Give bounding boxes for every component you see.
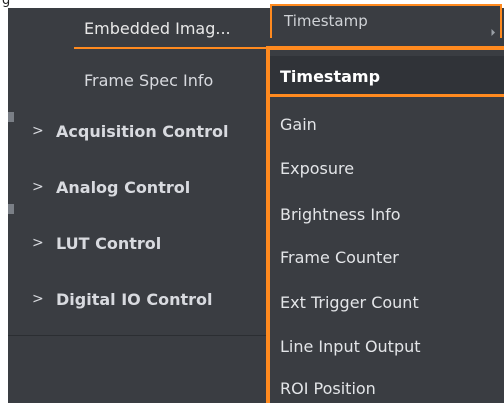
clipped-heading-fragment: g (2, 0, 11, 8)
dropdown-list: Timestamp Gain Exposure Brightness Info … (266, 46, 504, 403)
dropdown-option-frame-counter[interactable]: Frame Counter (270, 237, 504, 277)
dropdown-option-ext-trigger-count[interactable]: Ext Trigger Count (270, 282, 504, 322)
tree-row-label: Frame Spec Info (84, 70, 214, 90)
dropdown-option-timestamp[interactable]: Timestamp (270, 56, 504, 96)
splitter-handle[interactable] (8, 112, 14, 122)
option-label: Exposure (280, 158, 355, 178)
tree-group-acquisition-control[interactable]: > Acquisition Control (8, 111, 270, 151)
feature-tree: Embedded Imag... Frame Spec Info > Acqui… (8, 8, 270, 403)
tree-group-label: Acquisition Control (56, 121, 229, 141)
tree-row-embedded-image[interactable]: Embedded Imag... (8, 8, 270, 49)
combo-value: Timestamp (284, 12, 368, 30)
dropdown-option-brightness-info[interactable]: Brightness Info (270, 194, 504, 234)
chevron-right-icon[interactable]: > (32, 291, 44, 307)
tree-group-lut-control[interactable]: > LUT Control (8, 223, 270, 263)
tree-group-label: Digital IO Control (56, 289, 213, 309)
tree-group-label: LUT Control (56, 233, 162, 253)
chevron-right-icon[interactable]: > (32, 235, 44, 251)
option-label: Timestamp (280, 66, 381, 86)
embedded-image-combo-box[interactable]: Timestamp (270, 4, 502, 38)
dropdown-option-exposure[interactable]: Exposure (270, 148, 504, 188)
dropdown-option-roi-position[interactable]: ROI Position (270, 368, 504, 408)
tree-row-frame-spec-info[interactable]: Frame Spec Info (8, 60, 270, 100)
divider (8, 335, 270, 336)
option-label: Ext Trigger Count (280, 292, 419, 312)
chevron-right-icon[interactable]: > (32, 179, 44, 195)
selection-underline (74, 47, 270, 49)
tree-group-digital-io-control[interactable]: > Digital IO Control (8, 279, 270, 319)
option-label: Frame Counter (280, 247, 399, 267)
splitter-handle[interactable] (8, 204, 14, 214)
option-label: Line Input Output (280, 336, 421, 356)
option-label: Gain (280, 114, 317, 134)
tree-group-label: Analog Control (56, 177, 191, 197)
dropdown-corner-icon (487, 28, 496, 37)
option-label: ROI Position (280, 378, 376, 398)
dropdown-option-line-input-output[interactable]: Line Input Output (270, 326, 504, 366)
tree-group-analog-control[interactable]: > Analog Control (8, 167, 270, 207)
option-label: Brightness Info (280, 204, 401, 224)
tree-row-label: Embedded Imag... (84, 18, 231, 38)
chevron-right-icon[interactable]: > (32, 123, 44, 139)
dropdown-option-gain[interactable]: Gain (270, 104, 504, 144)
selected-option-underline (270, 94, 504, 97)
